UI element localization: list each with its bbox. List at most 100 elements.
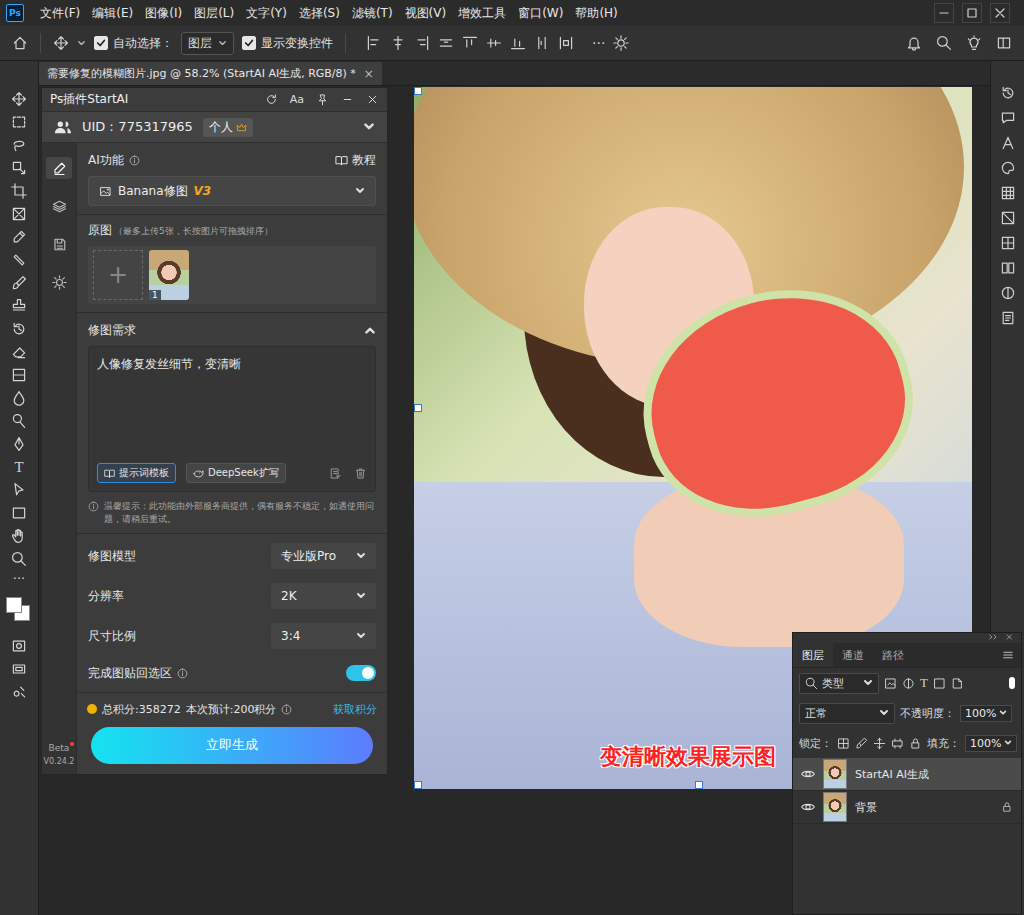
comments-panel-icon[interactable] <box>1000 110 1016 126</box>
align-left-icon[interactable] <box>366 35 382 51</box>
rectangle-tool-icon[interactable] <box>11 502 27 525</box>
gradient-tool-icon[interactable] <box>11 364 27 387</box>
screen-mode-icon[interactable] <box>11 658 27 681</box>
setting-dropdown[interactable]: 2K <box>271 583 376 609</box>
menu-item[interactable]: 帮助(H) <box>569 5 623 22</box>
collapse-icon[interactable] <box>987 633 1001 641</box>
libraries-panel-icon[interactable] <box>1000 260 1016 276</box>
menu-item[interactable]: 视图(V) <box>399 5 453 22</box>
font-size-button[interactable]: Aa <box>290 93 304 106</box>
bell-icon[interactable] <box>906 35 922 51</box>
swatches-panel-icon[interactable] <box>1000 185 1016 201</box>
refresh-icon[interactable] <box>265 93 278 106</box>
filter-shape-icon[interactable] <box>933 677 946 690</box>
fill-field[interactable]: 100% <box>965 735 1017 752</box>
menu-item[interactable]: 文字(Y) <box>240 5 293 22</box>
eyedropper-tool-icon[interactable] <box>11 226 27 249</box>
color-panel-icon[interactable] <box>1000 160 1016 176</box>
generate-button[interactable]: 立即生成 <box>91 727 373 764</box>
visibility-eye-icon[interactable] <box>801 800 815 814</box>
get-points-link[interactable]: 获取积分 <box>333 702 377 717</box>
auto-select-checkbox[interactable]: 自动选择： <box>94 35 173 52</box>
lock-position-icon[interactable] <box>873 737 886 750</box>
panel-tab[interactable]: 通道 <box>833 643 873 667</box>
layer-row[interactable]: 背景 <box>793 791 1021 824</box>
lock-artboard-icon[interactable] <box>891 737 904 750</box>
requirement-header[interactable]: 修图需求 <box>88 320 376 340</box>
properties-panel-icon[interactable] <box>1000 310 1016 326</box>
type-tool-icon[interactable]: T <box>14 456 23 479</box>
blur-tool-icon[interactable] <box>11 387 27 410</box>
align-right-icon[interactable] <box>414 35 430 51</box>
lock-all-icon[interactable] <box>909 737 922 750</box>
align-vcenter-icon[interactable] <box>486 35 502 51</box>
more-options-button[interactable]: ··· <box>592 35 605 51</box>
object-select-tool-icon[interactable] <box>11 157 27 180</box>
ai-feature-dropdown[interactable]: Banana修图V3 <box>88 176 376 206</box>
adjustments-panel-icon[interactable] <box>1000 285 1016 301</box>
history-brush-tool-icon[interactable] <box>11 318 27 341</box>
opacity-field[interactable]: 100% <box>960 705 1012 722</box>
hand-tool-icon[interactable] <box>11 525 27 548</box>
close-tab-button[interactable]: × <box>364 67 374 81</box>
filter-pixel-icon[interactable] <box>884 677 897 690</box>
workspace-icon[interactable] <box>996 35 1012 51</box>
filter-type-icon[interactable]: T <box>920 675 928 691</box>
lock-image-pixels-icon[interactable] <box>855 737 868 750</box>
lightbulb-icon[interactable] <box>966 35 982 51</box>
distribute-h-icon[interactable] <box>438 35 454 51</box>
close-icon[interactable] <box>1003 633 1017 641</box>
side-nav-item[interactable] <box>46 271 72 293</box>
frame-tool-icon[interactable] <box>11 203 27 226</box>
menu-item[interactable]: 选择(S) <box>293 5 346 22</box>
healing-tool-icon[interactable] <box>11 249 27 272</box>
panel-tab[interactable]: 路径 <box>873 643 913 667</box>
move-tool-icon[interactable] <box>11 88 27 111</box>
lasso-tool-icon[interactable] <box>11 134 27 157</box>
visibility-eye-icon[interactable] <box>801 767 815 781</box>
checkbox-box[interactable] <box>242 36 256 50</box>
panel-tab[interactable]: 图层 <box>793 643 833 667</box>
layer-filter-dropdown[interactable]: 类型 <box>799 673 879 694</box>
maximize-icon[interactable] <box>962 3 982 23</box>
chevron-down-icon[interactable] <box>77 39 86 48</box>
move-tool-icon[interactable] <box>53 35 69 51</box>
pin-icon[interactable] <box>316 93 329 106</box>
add-image-button[interactable]: + <box>93 250 143 300</box>
stamp-tool-icon[interactable] <box>11 295 27 318</box>
path-select-tool-icon[interactable] <box>11 479 27 502</box>
prompt-button[interactable]: 提示词模板 <box>97 463 176 483</box>
history-panel-icon[interactable] <box>1000 85 1016 101</box>
chevron-up-icon[interactable] <box>364 324 376 336</box>
patterns-panel-icon[interactable] <box>1000 235 1016 251</box>
info-icon[interactable] <box>281 704 292 715</box>
crop-tool-icon[interactable] <box>11 180 27 203</box>
show-transform-checkbox[interactable]: 显示变换控件 <box>242 35 333 52</box>
pen-tool-icon[interactable] <box>11 433 27 456</box>
menu-item[interactable]: 窗口(W) <box>512 5 569 22</box>
transform-handle[interactable] <box>414 87 422 95</box>
menu-item[interactable]: 图层(L) <box>188 5 240 22</box>
menu-item[interactable]: 增效工具 <box>452 5 512 22</box>
align-bottom-icon[interactable] <box>510 35 526 51</box>
minimize-icon[interactable] <box>934 3 954 23</box>
side-nav-item[interactable] <box>46 195 72 217</box>
filter-smart-object-icon[interactable] <box>951 677 964 690</box>
tutorial-link[interactable]: 教程 <box>335 152 376 169</box>
marquee-tool-icon[interactable] <box>11 111 27 134</box>
brush-tool-icon[interactable] <box>11 272 27 295</box>
gradients-panel-icon[interactable] <box>1000 210 1016 226</box>
checkbox-box[interactable] <box>94 36 108 50</box>
zoom-tool-icon[interactable] <box>11 548 27 571</box>
menu-item[interactable]: 编辑(E) <box>86 5 139 22</box>
dodge-tool-icon[interactable] <box>11 410 27 433</box>
source-thumbnail[interactable]: 1 <box>149 250 189 300</box>
menu-item[interactable]: 文件(F) <box>34 5 86 22</box>
trash-icon[interactable] <box>354 467 367 480</box>
color-swatches[interactable] <box>6 597 32 625</box>
prompt-textarea[interactable]: 人像修复发丝细节，变清晰提示词模板DeepSeek扩写 <box>88 346 376 492</box>
distribute-spacing-icon[interactable] <box>558 35 574 51</box>
document-tab[interactable]: 需要修复的模糊图片.jpg @ 58.2% (StartAI AI生成, RGB… <box>39 62 382 85</box>
setting-dropdown[interactable]: 3:4 <box>271 623 376 649</box>
close-icon[interactable] <box>366 93 379 106</box>
